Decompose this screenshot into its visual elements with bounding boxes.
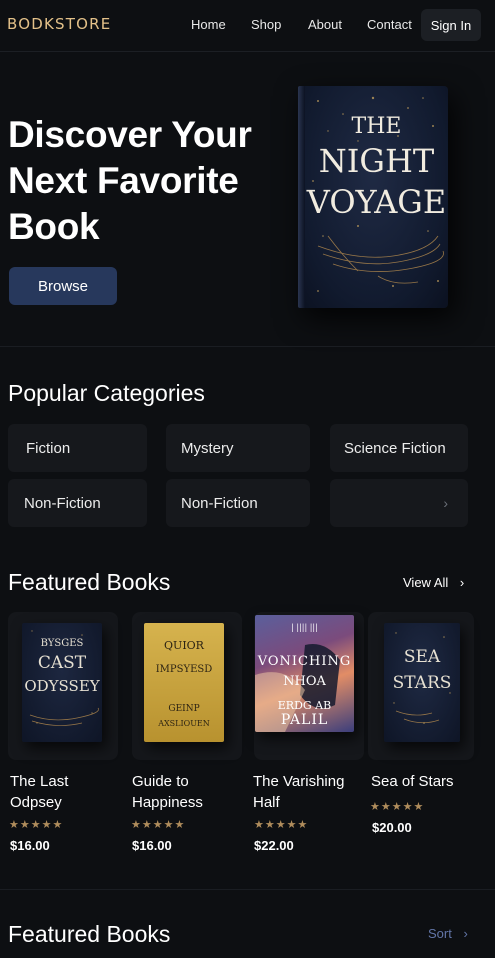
cover-text-line3: GEINP xyxy=(168,704,200,714)
book-price: $16.00 xyxy=(132,838,172,853)
star-rating: ★★★★★ xyxy=(254,819,309,831)
book-cover: QUIOR IMPSYESD GEINP AXSLIOUEN xyxy=(144,623,224,742)
book-price: $22.00 xyxy=(254,838,294,853)
cover-text-line1: QUIOR xyxy=(164,639,204,652)
browse-button[interactable]: Browse xyxy=(9,267,117,305)
hero-book-cover[interactable]: THE NIGHT VOYAGE xyxy=(298,86,448,308)
cover-text-line3: ERDG AB xyxy=(277,699,332,712)
category-mystery[interactable]: Mystery xyxy=(166,424,310,472)
star-rating: ★★★★★ xyxy=(370,801,425,813)
book-title[interactable]: The Last Odpsey xyxy=(10,771,100,813)
hero-book-title-line3: VOYAGE xyxy=(306,183,447,221)
top-nav: BODKSTORE Home Shop About Contact Sign I… xyxy=(0,0,495,52)
view-all-label: View All xyxy=(403,575,449,590)
cover-text-line1: BYSGES xyxy=(40,638,84,649)
cover-text-line2: IMPSYESD xyxy=(155,664,213,675)
cover-text-line2: NHOA xyxy=(283,674,326,689)
star-rating: ★★★★★ xyxy=(131,819,186,831)
chevron-right-icon: › xyxy=(463,926,468,941)
category-non-fiction-2[interactable]: Non-Fiction xyxy=(166,479,310,527)
cover-text-line3: ODYSSEY xyxy=(24,677,100,695)
categories-title: Popular Categories xyxy=(8,380,205,406)
cover-text-line2: STARS xyxy=(392,673,452,693)
book-title[interactable]: The Varishing Half xyxy=(253,771,363,813)
chevron-right-icon: › xyxy=(459,575,465,590)
category-fiction[interactable]: Fiction xyxy=(8,424,147,472)
cover-text-line4: PALIL xyxy=(280,712,329,728)
hero-title: Discover Your Next Favorite Book xyxy=(8,114,252,247)
category-more-button[interactable]: › xyxy=(330,479,468,527)
book-price: $20.00 xyxy=(372,820,412,835)
nav-shop[interactable]: Shop xyxy=(251,17,281,32)
book-title[interactable]: Guide to Happiness xyxy=(132,771,232,813)
cover-text-line2: CAST xyxy=(37,653,87,673)
chevron-right-icon: › xyxy=(443,495,448,511)
book-cover: SEA STARS xyxy=(384,623,460,742)
nav-about[interactable]: About xyxy=(308,17,342,32)
book-card[interactable]: BYSGES CAST ODYSSEY xyxy=(8,612,118,760)
cover-text-line1: SEA xyxy=(403,647,441,667)
book-card[interactable]: | |||| ||| VONICHING NHOA ERDG AB PALIL xyxy=(254,612,364,760)
hero-book-title-line2: NIGHT xyxy=(318,142,435,180)
book-cover: | |||| ||| VONICHING NHOA ERDG AB PALIL xyxy=(255,615,354,732)
cover-text-small: | |||| ||| xyxy=(291,623,318,632)
divider xyxy=(0,346,495,347)
category-non-fiction[interactable]: Non-Fiction xyxy=(8,479,147,527)
featured-title: Featured Books xyxy=(8,569,171,595)
brand-logo[interactable]: BODKSTORE xyxy=(7,15,111,33)
cover-text-line1: VONICHING xyxy=(257,654,352,669)
nav-contact[interactable]: Contact xyxy=(367,17,412,32)
view-all-link[interactable]: View All › xyxy=(403,575,464,590)
cover-text-line4: AXSLIOUEN xyxy=(158,719,210,728)
book-card[interactable]: QUIOR IMPSYESD GEINP AXSLIOUEN xyxy=(132,612,242,760)
nav-home[interactable]: Home xyxy=(191,17,226,32)
star-rating: ★★★★★ xyxy=(9,819,64,831)
sort-label: Sort xyxy=(428,926,452,941)
category-science-fiction[interactable]: Science Fiction xyxy=(330,424,468,472)
hero-book-title-line1: THE xyxy=(351,114,402,139)
book-card[interactable]: SEA STARS xyxy=(368,612,474,760)
book-title[interactable]: Sea of Stars xyxy=(371,771,481,792)
book-price: $16.00 xyxy=(10,838,50,853)
sign-in-button[interactable]: Sign In xyxy=(421,9,481,41)
book-cover: BYSGES CAST ODYSSEY xyxy=(22,623,102,742)
divider xyxy=(0,889,495,890)
sort-link[interactable]: Sort › xyxy=(428,926,468,941)
featured-title-2: Featured Books xyxy=(8,921,171,947)
